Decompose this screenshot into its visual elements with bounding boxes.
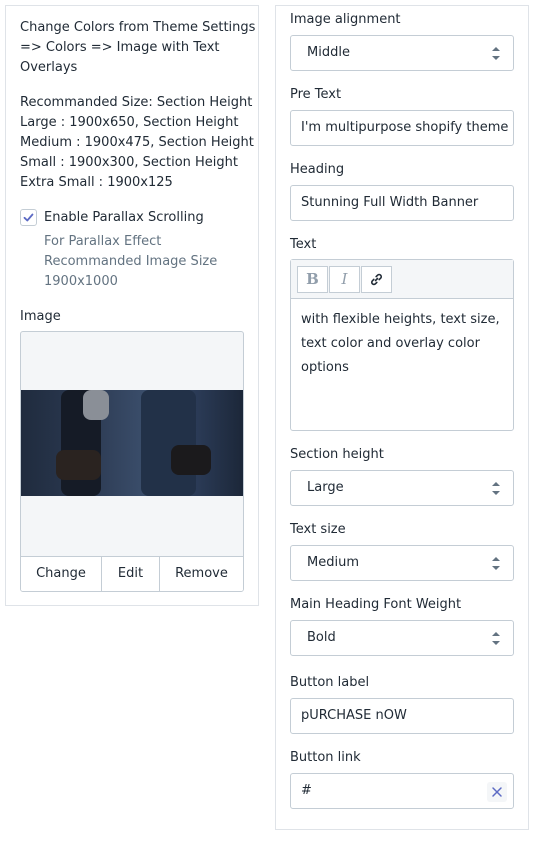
text-size-label: Text size (290, 522, 346, 537)
text-size-select[interactable]: Medium (290, 545, 514, 581)
button-label-input[interactable]: pURCHASE nOW (290, 698, 514, 734)
pre-text-label: Pre Text (290, 87, 342, 102)
text-label: Text (290, 237, 317, 252)
size-line-4: Small : 1900x300, Section Height (20, 155, 239, 170)
select-arrows-icon (492, 482, 500, 495)
parallax-help-1: For Parallax Effect (44, 234, 162, 249)
button-link-value: # (301, 783, 312, 798)
button-label-label: Button label (290, 675, 370, 690)
parallax-help-3: 1900x1000 (44, 274, 118, 289)
pre-text-value: I'm multipurpose shopify theme (301, 120, 509, 135)
parallax-help-2: Recommanded Image Size (44, 254, 218, 269)
heading-input[interactable]: Stunning Full Width Banner (290, 185, 514, 221)
heading-label: Heading (290, 162, 345, 177)
edit-image-button[interactable]: Edit (102, 557, 160, 591)
image-label: Image (20, 309, 61, 324)
text-size-value: Medium (307, 555, 359, 570)
button-label-value: pURCHASE nOW (301, 708, 407, 723)
heading-weight-label: Main Heading Font Weight (290, 597, 462, 612)
change-image-button[interactable]: Change (21, 557, 102, 591)
banner-image-thumbnail (21, 390, 243, 496)
bold-button[interactable]: B (297, 266, 328, 293)
editor-toolbar: B I (291, 260, 513, 299)
image-alignment-label: Image alignment (290, 12, 401, 27)
close-icon (492, 787, 502, 797)
editor-line-2: text color and overlay color (301, 336, 480, 351)
info-line-3: Overlays (20, 60, 78, 75)
section-height-select[interactable]: Large (290, 470, 514, 506)
select-arrows-icon (492, 632, 500, 645)
editor-line-3: options (301, 360, 349, 375)
info-line-2: => Colors => Image with Text (20, 40, 220, 55)
image-alignment-value: Middle (307, 45, 350, 60)
button-link-input[interactable]: # (290, 773, 514, 809)
pre-text-input[interactable]: I'm multipurpose shopify theme (290, 110, 514, 146)
left-settings-panel: Change Colors from Theme Settings => Col… (5, 5, 259, 606)
right-settings-panel: Image alignment Middle Pre Text I'm mult… (275, 5, 529, 830)
image-actions-bar: Change Edit Remove (21, 556, 243, 591)
size-line-5: Extra Small : 1900x125 (20, 175, 173, 190)
editor-line-1: with flexible heights, text size, (301, 312, 500, 327)
parallax-checkbox[interactable] (20, 209, 37, 226)
editor-content[interactable]: with flexible heights, text size, text c… (301, 308, 507, 380)
image-picker[interactable]: Change Edit Remove (20, 331, 244, 592)
italic-button[interactable]: I (329, 266, 360, 293)
heading-weight-select[interactable]: Bold (290, 620, 514, 656)
heading-value: Stunning Full Width Banner (301, 195, 479, 210)
link-icon (371, 273, 382, 286)
size-line-1: Recommanded Size: Section Height (20, 95, 253, 110)
size-line-2: Large : 1900x650, Section Height (20, 115, 239, 130)
heading-weight-value: Bold (307, 630, 336, 645)
rich-text-editor[interactable]: B I with flexible heights, text size, te… (290, 259, 514, 431)
section-height-value: Large (307, 480, 344, 495)
section-height-label: Section height (290, 447, 384, 462)
remove-image-button[interactable]: Remove (160, 557, 243, 591)
parallax-label[interactable]: Enable Parallax Scrolling (44, 208, 204, 228)
image-alignment-select[interactable]: Middle (290, 35, 514, 71)
size-line-3: Medium : 1900x475, Section Height (20, 135, 254, 150)
select-arrows-icon (492, 557, 500, 570)
button-link-label: Button link (290, 750, 361, 765)
link-button[interactable] (361, 266, 392, 293)
select-arrows-icon (492, 47, 500, 60)
checkmark-icon (23, 213, 34, 222)
info-line-1: Change Colors from Theme Settings (20, 20, 256, 35)
clear-link-button[interactable] (487, 782, 507, 802)
